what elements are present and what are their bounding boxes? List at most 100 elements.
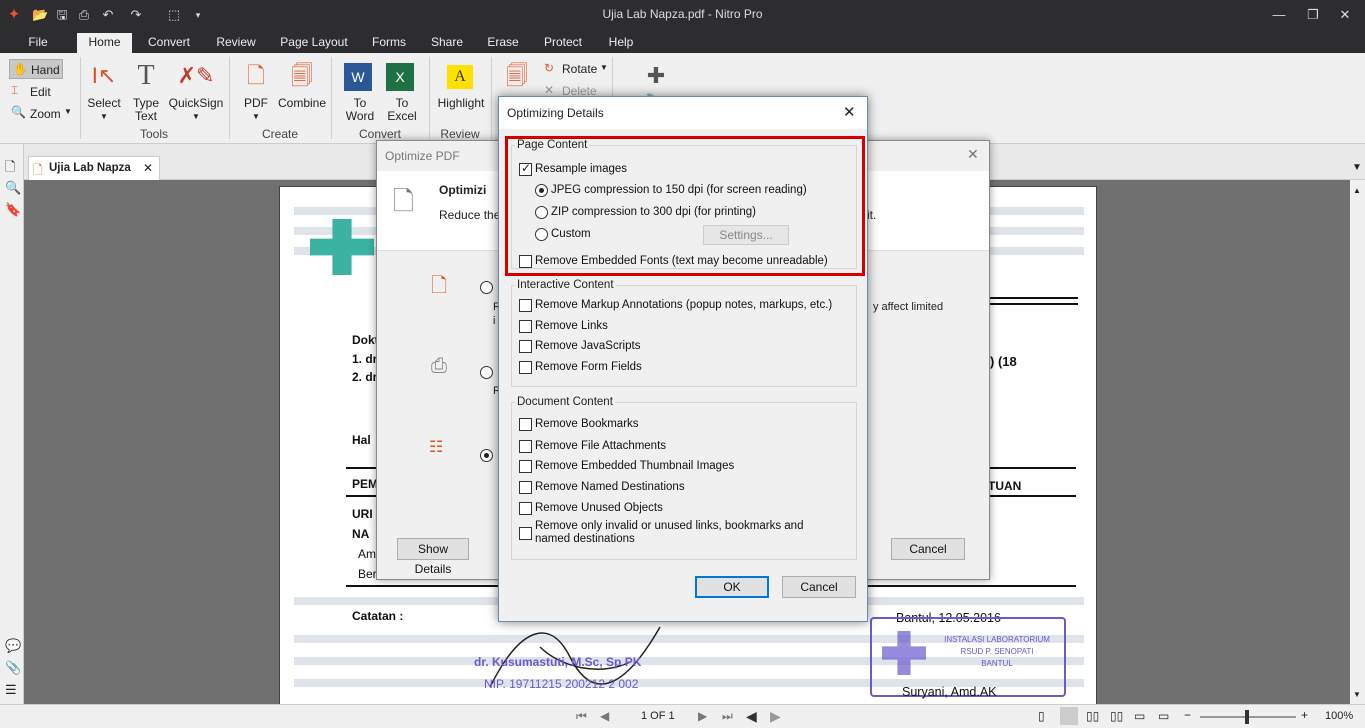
page-text-pem: PEM (352, 477, 379, 491)
tab-convert[interactable]: Convert (140, 33, 198, 53)
fit-width-icon[interactable]: ▭ (1134, 709, 1145, 723)
select-button[interactable]: I↖ Select ▼ (84, 57, 124, 123)
create-pdf-button[interactable]: 🗋 PDF ▼ (236, 57, 276, 123)
rotate-icon: ↻ (544, 61, 555, 75)
scroll-down-icon[interactable]: ▼ (1353, 690, 1361, 699)
to-word-button[interactable]: W To Word (340, 57, 380, 123)
optimize-dialog-title: Optimize PDF (385, 149, 460, 163)
remove-invalid-links-checkbox[interactable] (519, 527, 532, 540)
page-indicator[interactable]: 1 OF 1 (641, 710, 675, 722)
combine-button[interactable]: 🗐 Combine (278, 57, 326, 123)
output-panel-icon[interactable]: ☰ (5, 682, 17, 698)
hand-tool-button[interactable]: ✋ Hand (9, 59, 63, 79)
remove-javascripts-checkbox[interactable] (519, 340, 532, 353)
optimize-doc-icon: 🗋 (393, 186, 414, 216)
optimize-desc: Reduce the (439, 208, 501, 222)
pages-panel-icon[interactable]: 🗋 (5, 158, 15, 180)
document-content-title: Document Content (515, 396, 615, 408)
combine-icon: 🗐 (291, 63, 313, 88)
remove-file-attachments-checkbox[interactable] (519, 440, 532, 453)
next-page-icon[interactable]: ▶ (698, 709, 707, 723)
tab-home[interactable]: Home (77, 33, 132, 53)
remove-links-label: Remove Links (535, 320, 608, 332)
remove-form-fields-checkbox[interactable] (519, 361, 532, 374)
remove-markup-annotations-label: Remove Markup Annotations (popup notes, … (535, 299, 833, 311)
insert-page-icon[interactable]: 🗐 (500, 61, 534, 91)
comments-panel-icon[interactable]: 💬 (5, 638, 21, 654)
status-bar: ⏮ ◀ 1 OF 1 ▶ ⏭ ◀ ▶ ▯ ▯▯ ▯▯ ▭ ▭ − + 100% (0, 704, 1365, 728)
tab-help[interactable]: Help (602, 33, 640, 53)
details-close-icon[interactable]: ✕ (843, 103, 856, 121)
type-text-label-2: Text (134, 109, 157, 123)
optimize-option-3-radio[interactable] (480, 449, 493, 462)
remove-bookmarks-checkbox[interactable] (519, 418, 532, 431)
ok-button[interactable]: OK (695, 576, 769, 598)
remove-thumbnail-images-checkbox[interactable] (519, 460, 532, 473)
tab-protect[interactable]: Protect (538, 33, 588, 53)
optimize-cancel-button[interactable]: Cancel (891, 538, 965, 560)
tab-list-chevron-icon[interactable]: ▼ (1352, 162, 1362, 173)
edit-tool-button[interactable]: ⌶ Edit (11, 83, 61, 101)
create-group-label: Create (261, 127, 299, 141)
close-button[interactable]: ✕ (1322, 0, 1365, 30)
close-tab-icon[interactable]: ✕ (143, 161, 153, 175)
convert-group-label: Convert (358, 127, 402, 141)
tab-erase[interactable]: Erase (482, 33, 524, 53)
zoom-out-icon[interactable]: − (1184, 708, 1191, 722)
chevron-down-icon: ▼ (600, 63, 608, 72)
remove-markup-annotations-checkbox[interactable] (519, 299, 532, 312)
facing-continuous-icon[interactable]: ▯▯ (1110, 709, 1123, 723)
tab-review[interactable]: Review (210, 33, 262, 53)
tab-share[interactable]: Share (426, 33, 468, 53)
optimize-option-2-radio[interactable] (480, 366, 493, 379)
last-page-icon[interactable]: ⏭ (722, 709, 733, 724)
details-cancel-button[interactable]: Cancel (782, 576, 856, 598)
highlight-button[interactable]: A Highlight (434, 57, 488, 123)
to-excel-button[interactable]: X To Excel (382, 57, 422, 123)
type-text-button[interactable]: T Type Text (126, 57, 166, 123)
to-word-label-2: Word (345, 109, 375, 123)
optimize-close-icon[interactable]: ✕ (967, 146, 979, 163)
continuous-view-icon[interactable] (1060, 707, 1078, 725)
back-view-icon[interactable]: ◀ (746, 708, 757, 725)
scroll-up-icon[interactable]: ▲ (1353, 186, 1361, 195)
tab-file[interactable]: File (18, 33, 58, 53)
tab-page-layout[interactable]: Page Layout (276, 33, 352, 53)
remove-links-checkbox[interactable] (519, 320, 532, 333)
rotate-button[interactable]: ↻ Rotate ▼ (544, 61, 610, 79)
highlight-icon: A (447, 65, 473, 89)
pdf-label: PDF (244, 96, 268, 110)
quicksign-button[interactable]: ✗✎ QuickSign ▼ (168, 57, 224, 123)
remove-unused-objects-checkbox[interactable] (519, 502, 532, 515)
facing-view-icon[interactable]: ▯▯ (1086, 709, 1099, 723)
details-dialog-title: Optimizing Details (507, 106, 604, 120)
single-page-view-icon[interactable]: ▯ (1038, 709, 1045, 723)
bookmarks-panel-icon[interactable]: 🔖 (5, 202, 21, 218)
page-text-am: Am (358, 547, 376, 561)
remove-javascripts-label: Remove JavaScripts (535, 340, 641, 352)
attachments-panel-icon[interactable]: 📎 (5, 660, 21, 676)
select-cursor-icon: I↖ (91, 63, 117, 88)
tab-forms[interactable]: Forms (366, 33, 412, 53)
zoom-slider-thumb[interactable] (1245, 710, 1249, 724)
optimize-option-1-radio[interactable] (480, 281, 493, 294)
forward-view-icon[interactable]: ▶ (770, 708, 781, 725)
previous-page-icon[interactable]: ◀ (600, 709, 609, 723)
show-details-button[interactable]: Show Details (397, 538, 469, 576)
zoom-in-icon[interactable]: + (1301, 708, 1308, 722)
page-text-doctor: dr. Kusumastuti, M.Sc, Sp.PK (474, 655, 642, 669)
document-tab[interactable]: 🗋 Ujia Lab Napza ✕ (28, 156, 160, 180)
remove-named-destinations-checkbox[interactable] (519, 481, 532, 494)
optimize-desc-end: it. (867, 208, 877, 222)
tools-group-label: Tools (139, 127, 168, 141)
edit-icon: ⌶ (11, 83, 19, 97)
window-title: Ujia Lab Napza.pdf - Nitro Pro (602, 7, 763, 21)
page-text-line1: 1. dr (352, 352, 378, 366)
fit-page-icon[interactable]: ▭ (1158, 709, 1169, 723)
search-panel-icon[interactable]: 🔍 (5, 180, 21, 196)
vertical-scrollbar[interactable]: ▲ ▼ (1350, 180, 1365, 704)
ribbon-tabs: File Home Convert Review Page Layout For… (0, 30, 1365, 53)
chevron-down-icon: ▼ (192, 112, 200, 121)
zoom-tool-button[interactable]: 🔍 Zoom ▼ (11, 105, 72, 123)
first-page-icon[interactable]: ⏮ (576, 709, 587, 724)
